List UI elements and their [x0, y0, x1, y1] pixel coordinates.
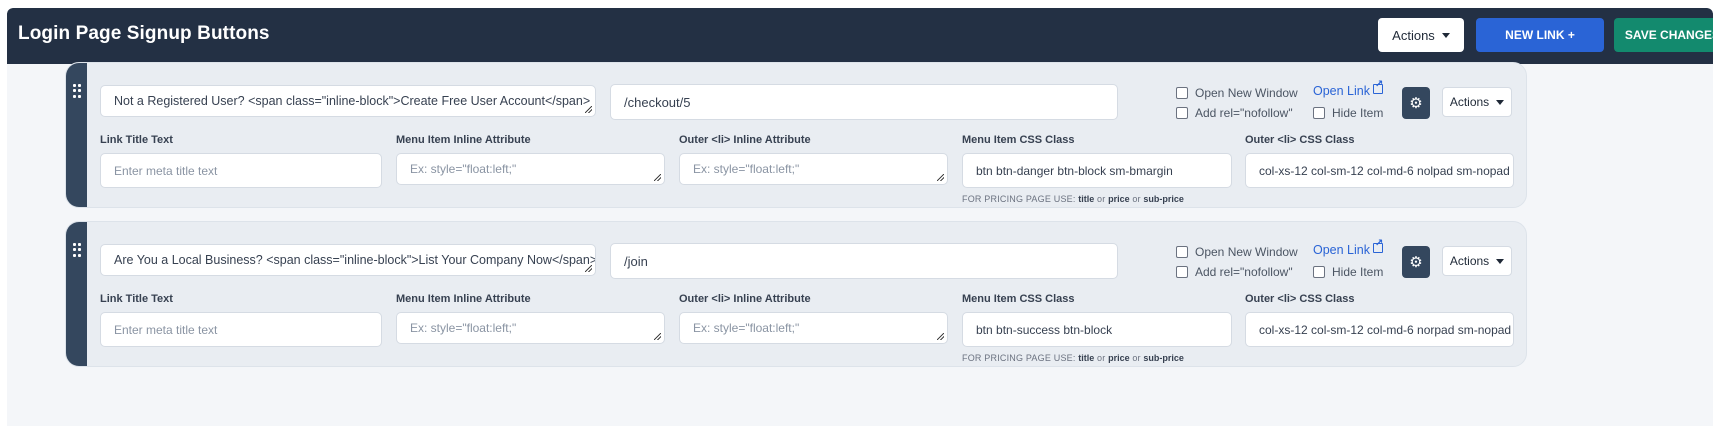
outer-li-inline-attribute-label: Outer <li> Inline Attribute	[679, 293, 811, 305]
checkbox-box[interactable]	[1313, 107, 1325, 119]
settings-gear-button[interactable]: ⚙	[1402, 87, 1430, 119]
drag-dots-icon	[72, 84, 81, 98]
menu-item-css-class-input[interactable]: btn btn-success btn-block	[962, 312, 1232, 347]
row-actions-dropdown[interactable]: Actions	[1442, 87, 1512, 117]
add-nofollow-checkbox[interactable]: Add rel="nofollow"	[1176, 106, 1293, 120]
pricing-hint-or: or	[1096, 353, 1106, 363]
link-url-input[interactable]: /join	[610, 243, 1118, 279]
link-title-text-label: Link Title Text	[100, 134, 173, 146]
outer-li-css-class-label: Outer <li> CSS Class	[1245, 134, 1355, 146]
gear-icon: ⚙	[1409, 254, 1423, 271]
row-actions-label: Actions	[1449, 254, 1490, 268]
add-nofollow-checkbox[interactable]: Add rel="nofollow"	[1176, 265, 1293, 279]
drag-dots-icon	[72, 243, 81, 257]
outer-li-css-class-input[interactable]: col-xs-12 col-sm-12 col-md-6 norpad sm-n…	[1245, 312, 1514, 347]
open-link[interactable]: Open Link	[1313, 238, 1383, 257]
caret-down-icon	[1441, 32, 1450, 38]
open-new-window-checkbox[interactable]: Open New Window	[1176, 245, 1298, 259]
settings-gear-button[interactable]: ⚙	[1402, 246, 1430, 278]
menu-item-inline-attribute-textarea[interactable]: Ex: style="float:left;"	[396, 312, 665, 344]
pricing-page-hint: FOR PRICING PAGE USE: title or price or …	[962, 194, 1184, 204]
open-link[interactable]: Open Link	[1313, 79, 1383, 98]
open-new-window-label: Open New Window	[1195, 245, 1298, 259]
pricing-page-hint: FOR PRICING PAGE USE: title or price or …	[962, 353, 1184, 363]
pricing-hint-price: price	[1108, 353, 1130, 363]
hide-item-label: Hide Item	[1332, 106, 1384, 120]
pricing-hint-title: title	[1078, 353, 1095, 363]
outer-li-inline-attribute-textarea[interactable]: Ex: style="float:left;"	[679, 312, 948, 344]
checkbox-box[interactable]	[1176, 87, 1188, 99]
menu-item-inline-attribute-textarea[interactable]: Ex: style="float:left;"	[396, 153, 665, 185]
outer-li-css-class-input[interactable]: col-xs-12 col-sm-12 col-md-6 nolpad sm-n…	[1245, 153, 1514, 188]
link-title-text-label: Link Title Text	[100, 293, 173, 305]
link-row: Not a Registered User? <span class="inli…	[65, 62, 1527, 208]
new-link-button[interactable]: NEW LINK +	[1476, 18, 1604, 52]
pricing-hint-or: or	[1132, 353, 1141, 363]
menu-item-inline-attribute-label: Menu Item Inline Attribute	[396, 134, 531, 146]
outer-li-inline-attribute-label: Outer <li> Inline Attribute	[679, 134, 811, 146]
pricing-hint-or: or	[1132, 194, 1141, 204]
row-actions-dropdown[interactable]: Actions	[1442, 246, 1512, 276]
pricing-hint-or: or	[1096, 194, 1106, 204]
drag-handle[interactable]	[66, 63, 87, 207]
link-label-textarea[interactable]: Are You a Local Business? <span class="i…	[100, 244, 596, 276]
link-row: Are You a Local Business? <span class="i…	[65, 221, 1527, 367]
hide-item-checkbox[interactable]: Hide Item	[1313, 265, 1383, 279]
hide-item-label: Hide Item	[1332, 265, 1384, 279]
add-nofollow-label: Add rel="nofollow"	[1195, 106, 1293, 120]
gear-icon: ⚙	[1409, 95, 1423, 112]
checkbox-box[interactable]	[1176, 107, 1188, 119]
save-changes-button[interactable]: SAVE CHANGES	[1614, 18, 1713, 52]
header-actions-dropdown[interactable]: Actions	[1378, 18, 1464, 52]
checkbox-box[interactable]	[1176, 246, 1188, 258]
page-title: Login Page Signup Buttons	[18, 23, 270, 44]
link-label-textarea[interactable]: Not a Registered User? <span class="inli…	[100, 85, 596, 117]
pricing-hint-title: title	[1078, 194, 1095, 204]
checkbox-box[interactable]	[1176, 266, 1188, 278]
add-nofollow-label: Add rel="nofollow"	[1195, 265, 1293, 279]
link-title-text-input[interactable]: Enter meta title text	[100, 312, 382, 347]
open-new-window-checkbox[interactable]: Open New Window	[1176, 86, 1298, 100]
pricing-hint-subprice: sub-price	[1143, 353, 1184, 363]
open-link-label: Open Link	[1313, 84, 1370, 98]
checkbox-box[interactable]	[1313, 266, 1325, 278]
external-link-icon	[1372, 79, 1383, 94]
menu-item-inline-attribute-label: Menu Item Inline Attribute	[396, 293, 531, 305]
row-actions-label: Actions	[1449, 95, 1490, 109]
menu-item-css-class-label: Menu Item CSS Class	[962, 134, 1075, 146]
menu-item-css-class-input[interactable]: btn btn-danger btn-block sm-bmargin	[962, 153, 1232, 188]
link-url-input[interactable]: /checkout/5	[610, 84, 1118, 120]
pricing-hint-price: price	[1108, 194, 1130, 204]
hide-item-checkbox[interactable]: Hide Item	[1313, 106, 1383, 120]
external-link-icon	[1372, 238, 1383, 253]
open-new-window-label: Open New Window	[1195, 86, 1298, 100]
drag-handle[interactable]	[66, 222, 87, 366]
link-title-text-input[interactable]: Enter meta title text	[100, 153, 382, 188]
pricing-hint-prefix: FOR PRICING PAGE USE:	[962, 353, 1076, 363]
caret-down-icon	[1496, 258, 1505, 264]
pricing-hint-subprice: sub-price	[1143, 194, 1184, 204]
open-link-label: Open Link	[1313, 243, 1370, 257]
outer-li-inline-attribute-textarea[interactable]: Ex: style="float:left;"	[679, 153, 948, 185]
outer-li-css-class-label: Outer <li> CSS Class	[1245, 293, 1355, 305]
menu-item-css-class-label: Menu Item CSS Class	[962, 293, 1075, 305]
header-actions-label: Actions	[1392, 27, 1435, 43]
pricing-hint-prefix: FOR PRICING PAGE USE:	[962, 194, 1076, 204]
page-header: Login Page Signup Buttons Actions NEW LI…	[7, 8, 1713, 64]
caret-down-icon	[1496, 99, 1505, 105]
